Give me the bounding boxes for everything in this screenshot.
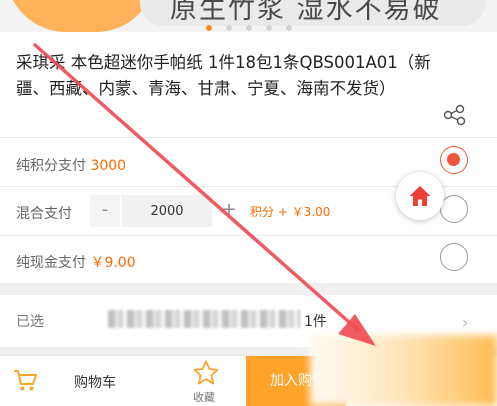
banner-dot[interactable] <box>205 25 212 31</box>
favorite-button[interactable]: 收藏 <box>193 389 215 405</box>
cash-payment-option[interactable]: 纯现金支付 ￥9.00 <box>16 252 136 272</box>
cash-payment-value: ￥9.00 <box>90 255 136 271</box>
mixed-payment-cash-part: 积分 + ￥3.00 <box>250 205 331 219</box>
selected-spec-quantity: 1件 <box>304 314 327 330</box>
banner-dot[interactable] <box>285 25 292 31</box>
cart-button[interactable]: 购物车 <box>74 372 116 392</box>
points-payment-label: 纯积分支付 <box>16 158 86 174</box>
home-button[interactable] <box>396 172 444 220</box>
points-payment-value: 3000 <box>90 158 127 174</box>
banner-dot[interactable] <box>225 25 232 31</box>
mixed-points-stepper: - + <box>90 195 244 227</box>
divider <box>0 137 497 138</box>
share-icon[interactable] <box>442 104 468 126</box>
product-title: 采琪采 本色超迷你手帕纸 1件18包1条QBS001A01（新疆、西藏、内蒙、青… <box>16 53 431 98</box>
cash-payment-label: 纯现金支付 <box>16 255 86 271</box>
buy-now-redacted <box>310 335 497 406</box>
increase-points-button[interactable]: + <box>214 195 244 227</box>
product-banner[interactable]: 原生竹浆 湿水不易破 <box>0 0 497 32</box>
mixed-points-input[interactable] <box>122 195 212 227</box>
points-payment-radio[interactable] <box>440 146 468 174</box>
decrease-points-button[interactable]: - <box>90 195 120 227</box>
chevron-right-icon: › <box>462 313 469 332</box>
banner-dot[interactable] <box>245 25 252 31</box>
cart-icon[interactable] <box>12 368 38 392</box>
mixed-payment-radio[interactable] <box>440 195 468 223</box>
cash-payment-radio[interactable] <box>440 243 468 271</box>
selected-spec-label: 已选 <box>16 314 44 330</box>
star-icon[interactable] <box>192 359 220 387</box>
banner-pagination <box>0 16 497 32</box>
section-gap <box>0 283 497 295</box>
divider <box>0 235 497 236</box>
home-icon <box>409 186 431 206</box>
banner-dot[interactable] <box>265 25 272 31</box>
mixed-payment-label[interactable]: 混合支付 <box>16 203 72 223</box>
selected-spec-redacted <box>108 310 300 328</box>
points-payment-option[interactable]: 纯积分支付 3000 <box>16 155 126 175</box>
